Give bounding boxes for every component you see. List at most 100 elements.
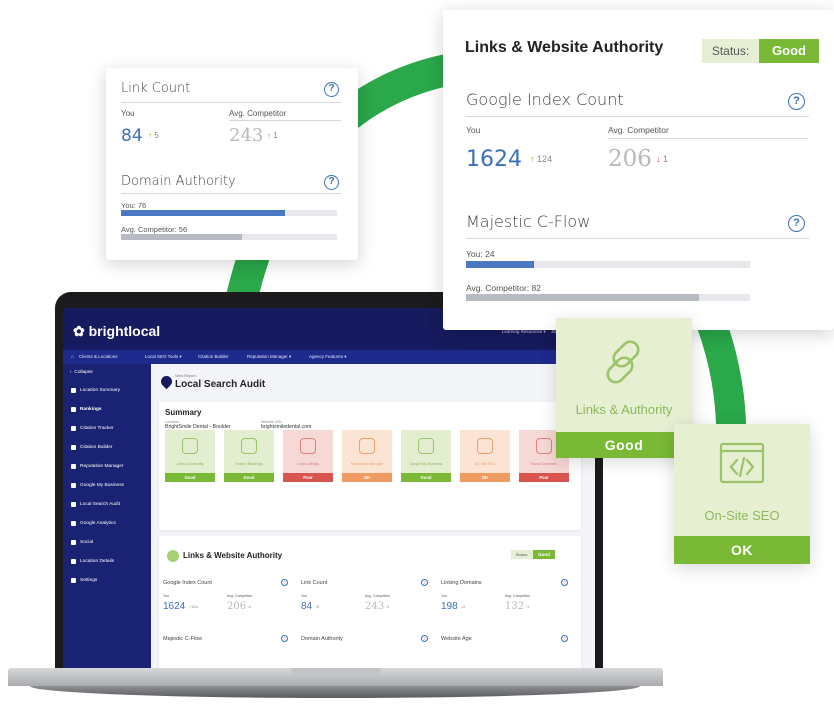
sidebar-item-location-summary[interactable]: Location Summary [80,388,120,393]
sidebar-item-location-details[interactable]: Location Details [80,559,114,564]
help-icon[interactable]: ? [421,635,428,642]
authority-link-icon [167,550,179,562]
sidebar-item-citation-tracker[interactable]: Citation Tracker [80,426,114,431]
metric-you-value: 1624 [163,601,186,612]
link-count-card: Link Count ? You Avg. Competitor 84 ↑ 5 … [106,68,358,260]
metric-you-delta: ↑5 [315,604,319,609]
google-index-you-value: 1624 [466,147,522,172]
divider [121,102,341,103]
nav-reputation-manager[interactable]: Reputation Manager ▾ [247,354,291,360]
delta-value: 1 [249,604,252,609]
summary-tile[interactable]: Reputation Manager OK [342,430,392,482]
onsite-seo-tile[interactable]: On-Site SEO OK [674,424,810,564]
nav-local-seo-tools[interactable]: Local SEO Tools ▾ [145,354,182,360]
help-icon[interactable]: ? [561,579,568,586]
metric-comp-value: 132 [505,601,525,612]
sidebar-item-citation-builder[interactable]: Citation Builder [80,445,113,450]
brightlocal-logo[interactable]: ✿ brightlocal [73,323,160,340]
sidebar-item-google-analytics[interactable]: Google Analytics [80,521,116,526]
you-label: You [163,594,169,598]
da-comp-label: Avg. Competitor: 56 [121,225,188,234]
citation-tracker-icon [71,426,76,431]
sidebar-item-settings[interactable]: Settings [80,578,97,583]
summary-tile-icon [477,438,493,454]
majestic-you-label: You: 24 [466,249,495,259]
help-icon[interactable]: ? [421,579,428,586]
metric-you-delta: ↓2 [461,604,465,609]
metric-title: Google Index Count [163,580,212,586]
sidebar-item-rankings[interactable]: Rankings [80,407,102,412]
help-icon[interactable]: ? [324,175,339,190]
metric-comp-value: 243 [365,601,385,612]
summary-tile-label: On-Site SEO [474,462,496,466]
sidebar-item-reputation-manager[interactable]: Reputation Manager [80,464,123,469]
help-icon[interactable]: ? [788,215,805,232]
metric-comp-delta: ↑1 [385,604,389,609]
delta-value: 5 [317,604,320,609]
delta-value: 1 [273,131,278,140]
home-icon[interactable]: ⌂ [71,354,74,359]
sidebar: ‹ Collapse Location Summary Rankings Cit… [63,364,151,668]
you-label: You [301,594,307,598]
summary-tile-status: Good [165,473,215,482]
tile-label: Links & Authority [575,402,673,417]
comp-label: Avg. Competitor [505,594,531,598]
comp-label: Avg. Competitor [608,125,669,135]
summary-tile-icon [359,438,375,454]
divider [121,193,341,194]
page-title: Local Search Audit [175,379,266,390]
status-label: Status: [702,39,759,63]
summary-tile[interactable]: Google My Business Good [401,430,451,482]
laptop-base [8,668,663,698]
help-icon[interactable]: ? [788,93,805,110]
nav-citation-builder[interactable]: Citation Builder [198,354,229,359]
links-authority-tile[interactable]: Links & Authority Good [556,318,692,458]
link-icon [606,340,640,384]
status-value: Good [759,39,819,63]
link-count-comp-value: 243 [229,125,264,146]
summary-tile-label: Google My Business [409,462,443,466]
tile-status: OK [674,536,810,564]
view-report-label: View Report: [175,374,197,378]
laptop-base-bottom [30,686,640,698]
metric-title: Domain Authority [301,636,343,642]
you-label: You [466,125,481,135]
help-icon[interactable]: ? [324,82,339,97]
up-arrow-icon: ↑ [267,131,271,140]
authority-card-title: Links & Website Authority [465,39,664,56]
metric-title: Link Count [301,580,328,586]
logo-text: brightlocal [88,323,161,339]
summary-tile[interactable]: On-Site SEO OK [460,430,510,482]
laptop-trackpad-notch [291,668,381,676]
tile-label: On-Site SEO [704,508,780,523]
summary-tile[interactable]: Links & Authority Good [165,430,215,482]
majestic-title: Majestic C-Flow [466,212,591,231]
delta-value: 124 [191,604,198,609]
nav-clients[interactable]: Clients & Locations [79,354,118,359]
summary-tile-icon [536,438,552,454]
sidebar-item-social[interactable]: Social [80,540,93,545]
sidebar-collapse[interactable]: ‹ Collapse [70,370,93,375]
nav-agency-features[interactable]: Agency Features ▾ [309,354,347,360]
summary-tile-label: Local Listings [297,462,319,466]
help-icon[interactable]: ? [561,635,568,642]
summary-tile[interactable]: Local Listings Poor [283,430,333,482]
authority-status-value: Good [533,550,555,559]
sidebar-item-local-search-audit[interactable]: Local Search Audit [80,502,120,507]
authority-title: Links & Website Authority [183,551,283,560]
summary-tile[interactable]: Search Rankings Good [224,430,274,482]
majestic-comp-bar-fill [466,294,699,301]
sidebar-item-gmb[interactable]: Google My Business [80,483,124,488]
help-icon[interactable]: ? [281,635,288,642]
divider [466,116,809,117]
delta-value: 1 [663,154,669,164]
social-icon [71,540,76,545]
majestic-you-bar-fill [466,261,535,268]
metric-you-value: 198 [441,601,458,612]
metric-comp-value: 206 [227,601,247,612]
up-arrow-icon: ↑ [530,154,535,164]
help-icon[interactable]: ? [281,579,288,586]
google-icon [71,483,76,488]
comp-label: Avg. Competitor [229,109,287,118]
location-pin-icon [71,559,76,564]
